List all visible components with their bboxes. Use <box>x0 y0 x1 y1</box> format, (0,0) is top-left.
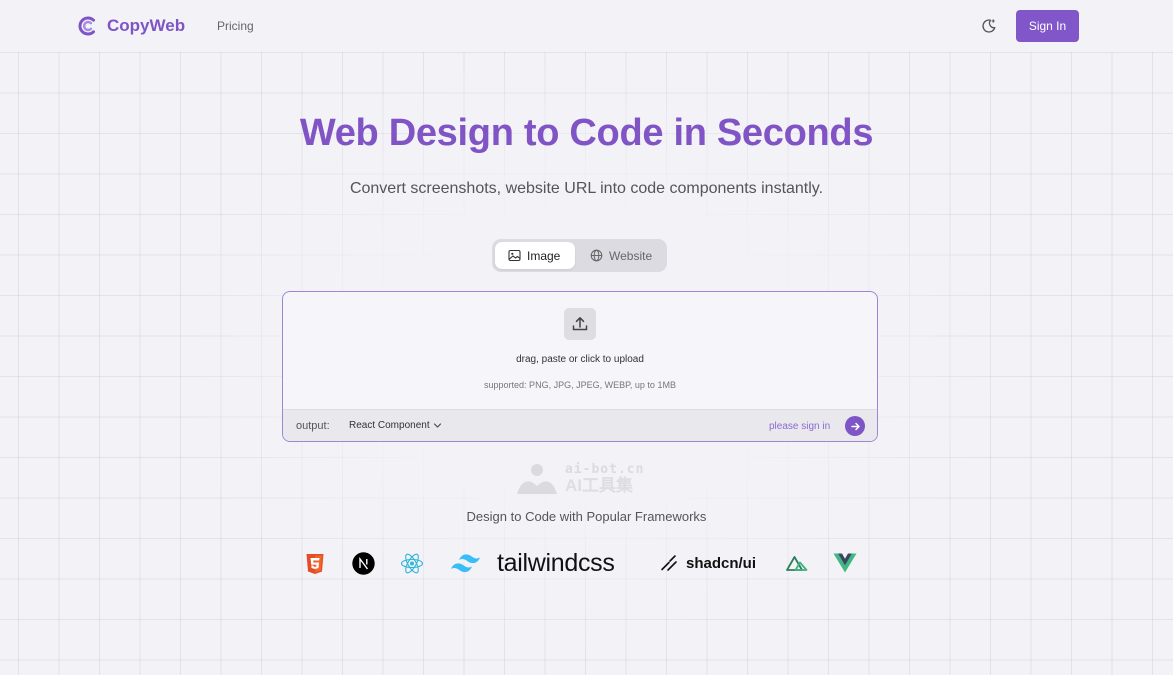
upload-icon <box>572 317 588 331</box>
frameworks-label: Design to Code with Popular Frameworks <box>466 509 707 524</box>
tab-image[interactable]: Image <box>495 242 575 269</box>
output-bar: output: React Component please sign in <box>283 409 877 441</box>
chevron-down-icon <box>433 423 441 428</box>
nav-pricing-link[interactable]: Pricing <box>217 19 254 33</box>
html5-icon <box>306 554 324 574</box>
image-icon <box>508 249 521 262</box>
watermark-bottom-text: AI工具集 <box>565 475 633 495</box>
tab-image-label: Image <box>527 248 561 263</box>
arrow-right-icon <box>850 422 860 430</box>
vue-icon <box>833 553 857 573</box>
nextjs-icon <box>352 552 375 575</box>
react-icon <box>400 553 424 574</box>
tab-website-label: Website <box>609 248 653 263</box>
watermark-top-text: ai-bot.cn <box>565 461 645 477</box>
upload-prompt: drag, paste or click to upload <box>516 354 644 365</box>
output-select-value: React Component <box>349 420 430 431</box>
upload-button[interactable] <box>564 308 596 340</box>
sign-in-button[interactable]: Sign In <box>1016 10 1079 42</box>
watermark-logo-icon <box>517 464 557 494</box>
watermark-text: ai-bot.cn AI工具集 <box>565 461 645 496</box>
html5-logo <box>305 553 325 575</box>
shadcn-wordmark: shadcn/ui <box>686 554 757 572</box>
brand-logo[interactable]: CopyWeb <box>77 15 185 37</box>
submit-button[interactable] <box>845 416 865 436</box>
upload-supported-formats: supported: PNG, JPG, JPEG, WEBP, up to 1… <box>484 380 676 390</box>
mode-toggle: Image Website <box>492 239 667 272</box>
upload-dropzone[interactable]: drag, paste or click to upload supported… <box>282 291 878 442</box>
tailwind-wave-icon <box>451 553 480 572</box>
brand-name: CopyWeb <box>107 16 186 35</box>
theme-toggle-button[interactable] <box>978 15 1000 37</box>
hero-title: Web Design to Code in Seconds <box>299 112 874 154</box>
globe-icon <box>590 249 603 262</box>
top-nav: CopyWeb Pricing Sign In <box>0 0 1173 52</box>
copyweb-logo-icon <box>78 16 95 36</box>
moon-icon <box>982 19 996 33</box>
tailwindcss-wordmark: tailwindcss <box>497 549 615 577</box>
watermark: ai-bot.cn AI工具集 <box>515 462 644 496</box>
react-logo <box>400 552 424 575</box>
nuxt-icon <box>786 556 808 571</box>
tab-website[interactable]: Website <box>577 242 662 269</box>
nextjs-logo <box>352 552 375 575</box>
output-framework-select[interactable]: React Component <box>349 420 442 431</box>
shadcn-slash-icon <box>661 555 677 571</box>
sign-in-hint-link[interactable]: please sign in <box>769 421 830 432</box>
tailwindcss-logo: tailwindcss <box>449 549 615 578</box>
nuxt-logo <box>786 554 808 572</box>
vue-logo <box>833 553 857 573</box>
output-label: output: <box>296 420 330 432</box>
hero-subtitle: Convert screenshots, website URL into co… <box>349 180 824 197</box>
shadcn-logo: shadcn/ui <box>660 554 756 572</box>
